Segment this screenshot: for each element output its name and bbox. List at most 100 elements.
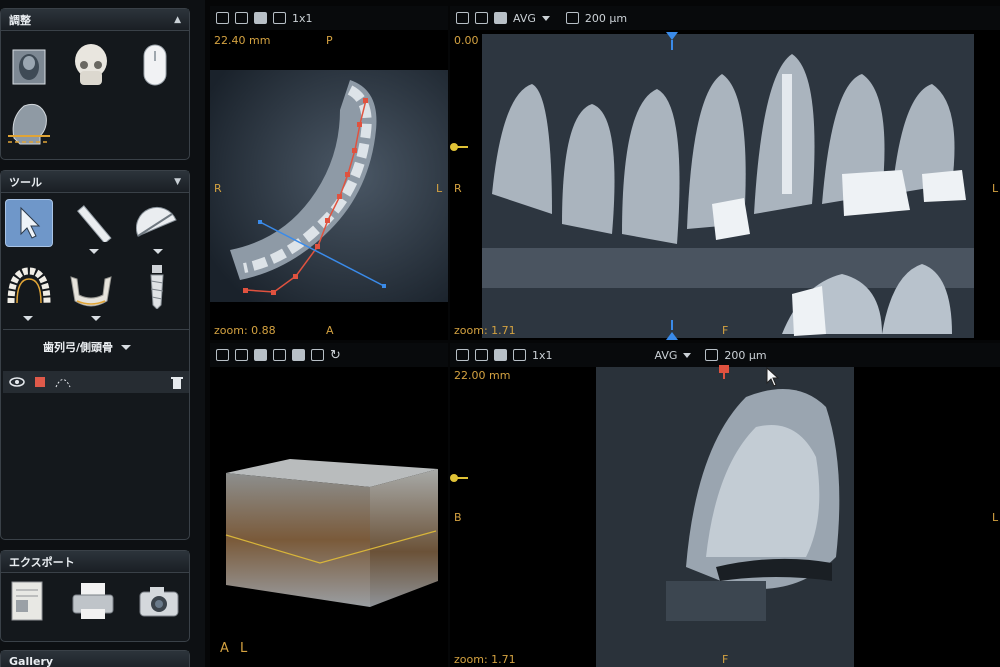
object-list-row[interactable] — [3, 371, 189, 393]
axial-viewport[interactable]: 1x1 22.40 mm P R L zoom: 0.88 A — [210, 6, 448, 340]
adjust-panel-header[interactable]: 調整 ▲ — [1, 9, 189, 31]
orientation-bottom: A — [326, 324, 334, 337]
chevron-down-icon[interactable] — [683, 352, 692, 358]
slice-depth: 22.00 mm — [454, 369, 511, 382]
save-icon[interactable] — [456, 349, 469, 361]
angle-tool[interactable] — [133, 199, 181, 247]
capture-button[interactable] — [135, 577, 183, 625]
window-icon[interactable] — [235, 12, 248, 24]
implant-tool[interactable] — [133, 263, 181, 311]
skull-view-button[interactable] — [67, 41, 115, 89]
adjust-panel: 調整 ▲ — [0, 8, 190, 160]
rotate-icon[interactable]: ↻ — [330, 348, 341, 363]
color-swatch[interactable] — [35, 377, 45, 387]
mandible-tool[interactable] — [67, 267, 115, 315]
orientation-left: B — [454, 511, 462, 524]
slab-thickness[interactable]: 200 μm — [585, 12, 627, 25]
orientation-right: L — [436, 182, 443, 195]
export-image-icon[interactable] — [494, 349, 507, 361]
ruler-dropdown-icon[interactable] — [89, 249, 99, 254]
ruler-tool[interactable] — [69, 199, 117, 247]
face-scan-icon — [12, 49, 46, 85]
slab-thickness[interactable]: 200 μm — [724, 349, 766, 362]
head-profile-icon — [8, 103, 50, 145]
cube-solid-icon[interactable] — [292, 349, 305, 361]
panoramic-viewport[interactable]: AVG 200 μm 0.00 mm H R L zoom: 1.71 F — [450, 6, 1000, 340]
mouse-cursor-icon — [766, 367, 780, 387]
export-panel-header[interactable]: エクスポート — [1, 551, 189, 573]
layout-box-icon[interactable] — [513, 349, 526, 361]
orientation-bottom: F — [722, 324, 729, 337]
left-slice-marker-icon[interactable] — [450, 473, 468, 483]
face-scan-view-button[interactable] — [5, 43, 53, 91]
export-panel-title: エクスポート — [9, 555, 75, 569]
layout-label[interactable]: 1x1 — [292, 12, 313, 25]
left-sidebar: 調整 ▲ ツール ▼ 歯列弓/側頭骨 エクスポート Gallery — [0, 0, 205, 667]
top-slice-marker-icon[interactable] — [666, 32, 678, 52]
slab-icon[interactable] — [565, 12, 579, 24]
layout-box-icon[interactable] — [273, 12, 286, 24]
cube-view-icon[interactable] — [273, 349, 286, 361]
gallery-panel: Gallery — [0, 650, 190, 667]
skull-icon — [75, 44, 107, 85]
top-slice-marker-icon[interactable] — [718, 365, 730, 379]
orientation-right: L — [992, 511, 999, 524]
chevron-down-icon — [121, 344, 132, 350]
arch-type-selector[interactable]: 歯列弓/側頭骨 — [43, 339, 132, 355]
render-mode[interactable]: AVG — [513, 12, 536, 25]
tools-divider — [3, 329, 189, 330]
slice-depth: 22.40 mm — [214, 34, 271, 47]
export-image-icon[interactable] — [494, 12, 507, 24]
export-report-button[interactable] — [3, 577, 51, 625]
volume-viewport[interactable]: ↻ A L — [210, 343, 448, 667]
save-icon[interactable] — [216, 12, 229, 24]
left-slice-marker-icon[interactable] — [450, 142, 468, 152]
orientation-l: L — [240, 641, 248, 656]
slab-icon[interactable] — [705, 349, 719, 361]
orientation-right: L — [992, 182, 999, 195]
bottom-slice-marker-icon[interactable] — [666, 320, 678, 340]
curve-icon — [55, 379, 71, 388]
print-button[interactable] — [69, 577, 117, 625]
orientation-bottom: F — [722, 653, 729, 666]
tools-panel: ツール ▼ 歯列弓/側頭骨 — [0, 170, 190, 540]
collapse-chevron-icon[interactable]: ▲ — [174, 15, 181, 25]
chevron-down-icon[interactable] — [541, 15, 550, 21]
mandible-dropdown-icon[interactable] — [91, 316, 101, 321]
orientation-a: A — [220, 641, 229, 656]
cross-section-toolbar: 1x1 AVG 200 μm — [450, 343, 1000, 367]
save-icon[interactable] — [456, 12, 469, 24]
mouse-view-button[interactable] — [131, 41, 179, 89]
arch-type-label: 歯列弓/側頭骨 — [43, 341, 114, 354]
protractor-icon — [136, 206, 177, 237]
printer-icon — [72, 583, 114, 619]
document-icon — [11, 581, 43, 621]
head-ceph-view-button[interactable] — [5, 99, 53, 147]
arch-dropdown-icon[interactable] — [23, 316, 33, 321]
dental-arch-icon — [7, 267, 51, 304]
eye-icon[interactable] — [9, 377, 25, 387]
window-icon[interactable] — [235, 349, 248, 361]
trash-icon[interactable] — [171, 376, 183, 389]
angle-dropdown-icon[interactable] — [153, 249, 163, 254]
window-icon[interactable] — [475, 12, 488, 24]
cube-wire-icon[interactable] — [311, 349, 324, 361]
export-image-icon[interactable] — [254, 349, 267, 361]
tools-panel-title: ツール — [9, 175, 42, 189]
mandible-icon — [70, 276, 112, 307]
collapse-chevron-icon[interactable]: ▼ — [174, 177, 181, 187]
gallery-panel-header[interactable]: Gallery — [1, 651, 189, 667]
orientation-left: R — [454, 182, 462, 195]
save-icon[interactable] — [216, 349, 229, 361]
window-icon[interactable] — [475, 349, 488, 361]
cross-section-viewport[interactable]: 1x1 AVG 200 μm 22.00 mm B L zoom: 1.71 F — [450, 343, 1000, 667]
select-pointer-tool[interactable] — [5, 199, 53, 247]
pointer-arrow-icon — [20, 206, 41, 239]
export-image-icon[interactable] — [254, 12, 267, 24]
panoramic-scan-image — [482, 34, 974, 338]
layout-label[interactable]: 1x1 — [532, 349, 553, 362]
dental-arch-tool[interactable] — [5, 263, 53, 311]
tools-panel-header[interactable]: ツール ▼ — [1, 171, 189, 193]
render-mode[interactable]: AVG — [655, 349, 678, 362]
orientation-top: P — [326, 34, 333, 47]
